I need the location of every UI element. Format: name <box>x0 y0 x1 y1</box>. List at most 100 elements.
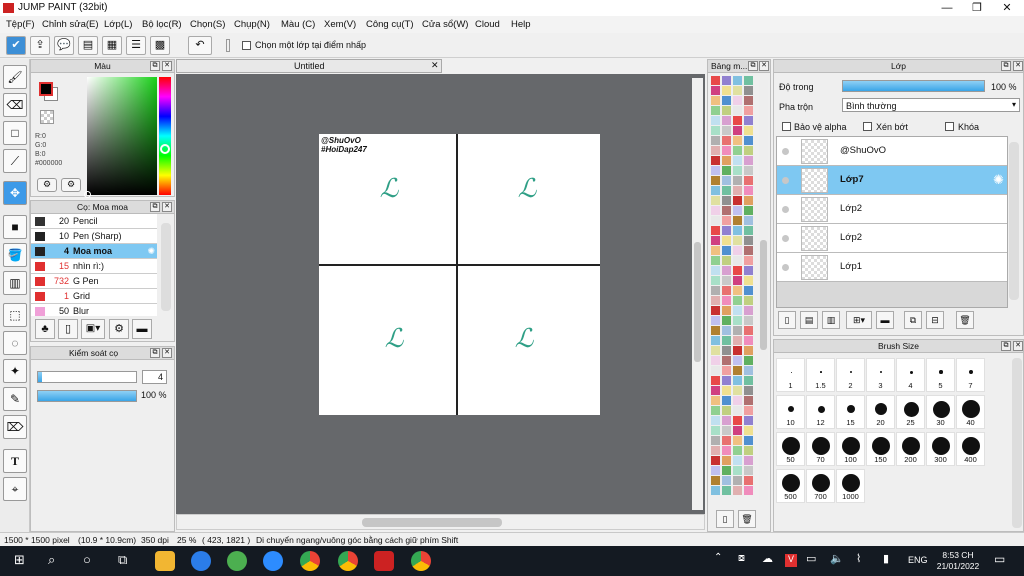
menu-layer[interactable]: Lớp(L) <box>104 19 132 30</box>
palette-swatch[interactable] <box>711 246 720 255</box>
palette-swatch[interactable] <box>722 476 731 485</box>
palette-swatch[interactable] <box>711 316 720 325</box>
start-icon[interactable]: ⊞ <box>14 552 25 568</box>
palette-swatch[interactable] <box>711 106 720 115</box>
palette-swatch[interactable] <box>722 206 731 215</box>
palette-swatch[interactable] <box>733 466 742 475</box>
palette-swatch[interactable] <box>733 456 742 465</box>
palette-swatch[interactable] <box>733 346 742 355</box>
palette-swatch[interactable] <box>744 376 753 385</box>
palette-swatch[interactable] <box>733 156 742 165</box>
language-indicator[interactable]: ENG <box>908 555 928 565</box>
palette-swatch[interactable] <box>722 76 731 85</box>
panel-close-icon[interactable]: ✕ <box>1013 61 1023 71</box>
magic-wand-tool-icon[interactable]: ✦ <box>3 359 27 383</box>
palette-swatch[interactable] <box>733 486 742 495</box>
palette-swatch[interactable] <box>733 266 742 275</box>
palette-swatch[interactable] <box>744 426 753 435</box>
palette-swatch[interactable] <box>711 396 720 405</box>
brush-size-item[interactable]: 50 <box>776 432 805 466</box>
delete-swatch-icon[interactable]: 🗑 <box>738 510 756 528</box>
vertical-scroll-thumb[interactable] <box>694 242 701 362</box>
palette-swatch[interactable] <box>711 266 720 275</box>
canvas-vertical-scrollbar[interactable] <box>692 78 703 510</box>
palette-swatch[interactable] <box>733 176 742 185</box>
zalo-icon[interactable] <box>191 551 211 571</box>
brush-size-item[interactable]: 7 <box>956 358 985 392</box>
palette-swatch[interactable] <box>722 296 731 305</box>
palette-swatch[interactable] <box>744 316 753 325</box>
app-icon-green[interactable] <box>227 551 247 571</box>
palette-swatch[interactable] <box>722 86 731 95</box>
color-settings-icon[interactable]: ⚙ <box>61 178 81 192</box>
menu-view[interactable]: Xem(V) <box>324 19 356 30</box>
chrome-icon-2[interactable] <box>338 551 358 571</box>
palette-swatch[interactable] <box>722 276 731 285</box>
palette-swatch[interactable] <box>733 396 742 405</box>
palette-swatch[interactable] <box>722 456 731 465</box>
palette-swatch[interactable] <box>744 96 753 105</box>
palette-swatch[interactable] <box>733 336 742 345</box>
brush-size-input[interactable]: 4 <box>142 370 167 384</box>
palette-swatch[interactable] <box>711 326 720 335</box>
hue-slider-thumb[interactable] <box>160 144 170 154</box>
palette-swatch[interactable] <box>711 456 720 465</box>
text-tool-icon[interactable]: T <box>3 449 27 473</box>
palette-swatch[interactable] <box>722 306 731 315</box>
panel-float-icon[interactable]: ⧉ <box>748 61 758 71</box>
palette-swatch[interactable] <box>744 366 753 375</box>
palette-swatch[interactable] <box>722 426 731 435</box>
palette-swatch[interactable] <box>722 336 731 345</box>
brush-settings-icon[interactable]: ⚙ <box>109 319 129 339</box>
palette-grid[interactable] <box>711 76 757 506</box>
select-layer-checkbox[interactable] <box>242 41 251 50</box>
palette-swatch[interactable] <box>744 326 753 335</box>
palette-swatch[interactable] <box>722 186 731 195</box>
brush-opacity-slider[interactable] <box>37 390 137 402</box>
palette-swatch[interactable] <box>711 156 720 165</box>
panel-close-icon[interactable]: ✕ <box>759 61 769 71</box>
menu-select[interactable]: Chọn(S) <box>190 19 225 30</box>
palette-swatch[interactable] <box>733 406 742 415</box>
palette-swatch[interactable] <box>744 126 753 135</box>
brush-size-item[interactable]: 1000 <box>836 469 865 503</box>
palette-swatch[interactable] <box>733 306 742 315</box>
layer-row[interactable]: Lớp2 <box>777 224 1007 253</box>
palette-swatch[interactable] <box>722 346 731 355</box>
palette-swatch[interactable] <box>722 286 731 295</box>
file-explorer-icon[interactable] <box>155 551 175 571</box>
palette-swatch[interactable] <box>733 226 742 235</box>
brush-size-item[interactable]: 12 <box>806 395 835 429</box>
tray-vivaldi-icon[interactable]: V <box>785 554 797 567</box>
palette-swatch[interactable] <box>711 356 720 365</box>
palette-swatch[interactable] <box>722 466 731 475</box>
palette-swatch[interactable] <box>744 186 753 195</box>
menu-file[interactable]: Tệp(F) <box>6 19 35 30</box>
tray-app-icon[interactable]: ⧇ <box>738 552 745 565</box>
brush-size-item[interactable]: 700 <box>806 469 835 503</box>
line-tool-icon[interactable]: ⟋ <box>3 149 27 173</box>
merge-layer-icon[interactable]: ⊟ <box>926 311 944 329</box>
layer-visibility-icon[interactable] <box>782 206 789 213</box>
palette-swatch[interactable] <box>744 486 753 495</box>
rectangle-tool-icon[interactable]: □ <box>3 121 27 145</box>
palette-swatch[interactable] <box>733 96 742 105</box>
palette-swatch[interactable] <box>733 446 742 455</box>
palette-swatch[interactable] <box>722 406 731 415</box>
palette-swatch[interactable] <box>744 396 753 405</box>
menu-cloud[interactable]: Cloud <box>475 19 500 30</box>
palette-swatch[interactable] <box>744 296 753 305</box>
palette-swatch[interactable] <box>733 276 742 285</box>
bucket-tool-icon[interactable]: 🪣 <box>3 243 27 267</box>
palette-swatch[interactable] <box>711 286 720 295</box>
wifi-icon[interactable]: ⌇ <box>856 552 861 565</box>
palette-swatch[interactable] <box>711 486 720 495</box>
close-button[interactable]: ✕ <box>992 0 1022 16</box>
palette-swatch[interactable] <box>733 166 742 175</box>
palette-swatch[interactable] <box>711 146 720 155</box>
palette-swatch[interactable] <box>711 346 720 355</box>
palette-swatch[interactable] <box>744 176 753 185</box>
layer-visibility-icon[interactable] <box>782 235 789 242</box>
brush-size-item[interactable]: 20 <box>866 395 895 429</box>
palette-swatch[interactable] <box>744 336 753 345</box>
